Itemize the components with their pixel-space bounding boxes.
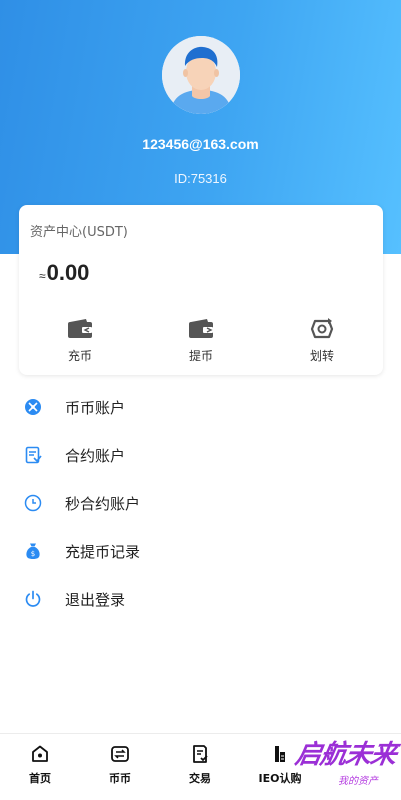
menu-item-label: 充提币记录: [65, 543, 141, 561]
menu-item-logout[interactable]: 退出登录: [0, 576, 401, 624]
user-email: 123456@163.com: [142, 136, 259, 152]
transfer-button[interactable]: 划转: [282, 317, 362, 367]
menu-item-deposit-withdraw-records[interactable]: $ 充提币记录: [0, 528, 401, 576]
tab-home[interactable]: 首页: [0, 744, 80, 786]
clock-icon: [24, 494, 42, 512]
transfer-label: 划转: [309, 349, 334, 363]
trade-icon: [193, 745, 208, 763]
deposit-button[interactable]: 充币: [40, 317, 120, 367]
menu-item-label: 退出登录: [65, 591, 126, 609]
watermark-sub-text: 我的资产: [338, 776, 378, 787]
user-avatar-icon: [162, 36, 240, 114]
watermark-main-text: 启航未来: [292, 740, 399, 770]
deposit-label: 充币: [67, 349, 92, 363]
menu-item-second-contract[interactable]: 秒合约账户: [0, 480, 401, 528]
user-id: ID:75316: [174, 171, 227, 186]
money-bag-icon: $: [26, 543, 40, 559]
tab-label: 交易: [189, 772, 211, 785]
wallet-deposit-icon: [68, 319, 92, 338]
ieo-icon: [275, 746, 285, 762]
asset-actions: 充币 提币 划转: [19, 317, 383, 367]
menu-item-contract-account[interactable]: 合约账户: [0, 432, 401, 480]
withdraw-button[interactable]: 提币: [161, 317, 241, 367]
asset-center-card: 资产中心(USDT) ≈0.00 充币 提币 划转: [19, 205, 383, 375]
transfer-icon: [310, 318, 334, 339]
asset-card-title: 资产中心(USDT): [30, 225, 128, 240]
withdraw-label: 提币: [188, 349, 213, 363]
home-icon: [32, 745, 48, 762]
tab-label: 首页: [29, 772, 51, 785]
tab-trade[interactable]: 交易: [160, 744, 240, 786]
menu-item-label: 秒合约账户: [65, 495, 141, 513]
tab-coin[interactable]: 币币: [80, 744, 160, 786]
contract-doc-icon: [25, 446, 42, 464]
menu-item-label: 币币账户: [65, 399, 126, 417]
wallet-withdraw-icon: [189, 319, 213, 338]
approx-sign: ≈: [39, 269, 46, 283]
avatar[interactable]: [162, 36, 240, 114]
menu-item-coin-account[interactable]: 币币账户: [0, 384, 401, 432]
coin-account-icon: [25, 399, 41, 415]
account-menu: 币币账户 合约账户 秒合约账户 $ 充提币记录 退出登录: [0, 384, 401, 624]
watermark-logo: 启航未来 我的资产: [293, 734, 398, 792]
balance-value: 0.00: [46, 260, 90, 285]
tab-label: 币币: [109, 772, 131, 785]
exchange-icon: [111, 746, 129, 762]
asset-balance: ≈0.00: [39, 260, 89, 286]
svg-text:$: $: [31, 550, 35, 558]
menu-item-label: 合约账户: [65, 447, 126, 465]
power-icon: [25, 590, 41, 607]
